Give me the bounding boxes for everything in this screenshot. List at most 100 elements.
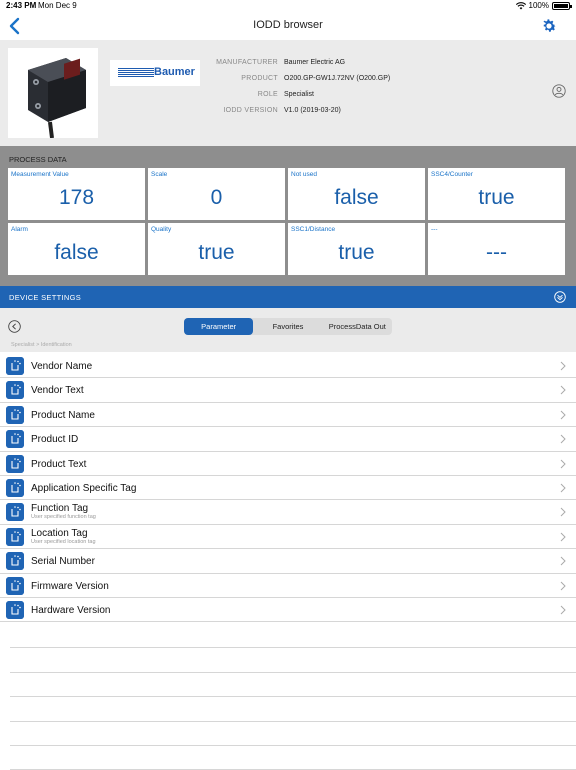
process-data-cell: --- --- xyxy=(428,223,565,275)
parameter-label: Product Text xyxy=(31,458,87,470)
tab-parameter[interactable]: Parameter xyxy=(184,318,254,335)
empty-row xyxy=(10,673,576,698)
wifi-icon xyxy=(515,1,526,9)
parameter-label: Application Specific Tag xyxy=(31,482,137,494)
info-value: Specialist xyxy=(284,90,314,98)
chevron-right-icon xyxy=(560,459,566,468)
chevron-right-icon xyxy=(560,556,566,566)
parameter-label: Product ID xyxy=(31,434,79,446)
list-item[interactable]: Product ID xyxy=(0,427,576,452)
list-item[interactable]: Vendor Text xyxy=(0,378,576,403)
parameter-label: Product Name xyxy=(31,409,95,421)
parameter-label: Serial Number xyxy=(31,556,95,568)
list-item[interactable]: Product Text xyxy=(0,451,576,476)
list-item[interactable]: Vendor Name xyxy=(0,354,576,379)
collapse-chevron-icon[interactable] xyxy=(554,291,566,303)
list-item[interactable]: Hardware Version xyxy=(0,597,576,623)
process-data-cell: Not used false xyxy=(288,168,425,220)
parameter-icon xyxy=(6,478,24,497)
chevron-right-icon xyxy=(560,361,566,371)
chevron-right-icon xyxy=(560,434,566,444)
chevron-right-icon xyxy=(560,581,566,590)
parameter-icon xyxy=(6,454,24,473)
gear-icon[interactable] xyxy=(540,17,558,35)
circle-back-icon[interactable] xyxy=(8,320,21,333)
empty-row xyxy=(10,624,576,649)
page-title: IODD browser xyxy=(253,19,323,31)
empty-row xyxy=(10,697,576,722)
status-time: 2:43 PM xyxy=(6,1,37,10)
parameter-label: Firmware Version xyxy=(31,580,109,592)
info-row-product: PRODUCT O200.GP-GW1J.72NV (O200.GP) xyxy=(200,70,390,86)
info-row-manufacturer: MANUFACTURER Baumer Electric AG xyxy=(200,54,390,70)
battery-percent: 100% xyxy=(528,1,549,10)
status-bar: 2:43 PM Mon Dec 9 100% xyxy=(0,0,576,12)
brand-name: Baumer xyxy=(154,66,195,78)
device-settings-bar: DEVICE SETTINGS xyxy=(0,286,576,308)
chevron-right-icon xyxy=(560,507,566,517)
battery-icon xyxy=(552,1,572,10)
breadcrumb: Specialist > Identification xyxy=(11,342,72,348)
device-header: Baumer MANUFACTURER Baumer Electric AG P… xyxy=(0,40,576,146)
parameter-icon xyxy=(6,503,24,522)
chevron-right-icon xyxy=(560,605,566,615)
status-date: Mon Dec 9 xyxy=(38,1,77,10)
process-data-cell: Quality true xyxy=(148,223,285,275)
device-settings-title: DEVICE SETTINGS xyxy=(9,293,82,302)
process-data-value: 0 xyxy=(210,186,223,209)
list-item[interactable]: Product Name xyxy=(0,402,576,428)
info-row-role: ROLE Specialist xyxy=(200,86,390,102)
process-data-title: PROCESS DATA xyxy=(9,155,67,164)
process-data-grid: Measurement Value 178 Scale 0 Not used f… xyxy=(8,168,568,275)
tab-favorites[interactable]: Favorites xyxy=(253,318,322,335)
chevron-right-icon xyxy=(560,386,566,395)
info-label: IODD VERSION xyxy=(223,106,278,114)
list-item[interactable]: Function Tag User specified function tag xyxy=(0,500,576,525)
info-label: MANUFACTURER xyxy=(216,58,278,66)
brand-logo: Baumer xyxy=(110,60,200,86)
info-value: O200.GP-GW1J.72NV (O200.GP) xyxy=(284,74,391,82)
segmented-control: Parameter Favorites ProcessData Out xyxy=(184,318,392,335)
process-data-label: Not used xyxy=(291,171,318,178)
parameter-description: User specified function tag xyxy=(31,514,96,521)
process-data-value: false xyxy=(334,186,379,209)
info-row-iodd-version: IODD VERSION V1.0 (2019-03-20) xyxy=(200,102,390,118)
process-data-value: false xyxy=(54,241,99,264)
process-data-label: SSC4/Counter xyxy=(431,171,473,178)
process-data-label: --- xyxy=(431,226,438,233)
tabs-area: Parameter Favorites ProcessData Out Spec… xyxy=(0,308,576,352)
parameter-icon xyxy=(6,381,24,400)
process-data-value: true xyxy=(478,186,515,209)
list-item[interactable]: Application Specific Tag xyxy=(0,475,576,501)
tab-processdata-out[interactable]: ProcessData Out xyxy=(323,318,392,335)
parameter-label: Vendor Text xyxy=(31,385,84,397)
process-data-label: Scale xyxy=(151,171,168,178)
process-data-label: Measurement Value xyxy=(11,171,69,178)
device-info: MANUFACTURER Baumer Electric AG PRODUCT … xyxy=(200,54,390,118)
parameter-icon xyxy=(6,576,24,595)
process-data-cell: Scale 0 xyxy=(148,168,285,220)
sensor-image xyxy=(28,58,86,139)
parameter-icon xyxy=(6,527,24,546)
list-item[interactable]: Location Tag User specified location tag xyxy=(0,524,576,550)
brand-mark xyxy=(118,68,154,78)
parameter-label: Vendor Name xyxy=(31,361,93,372)
process-data-cell: Measurement Value 178 xyxy=(8,168,145,220)
empty-row xyxy=(10,722,576,746)
empty-list-area xyxy=(10,624,576,770)
process-data-label: Alarm xyxy=(11,226,28,233)
parameter-label: Function Tag xyxy=(31,503,89,515)
process-data-label: Quality xyxy=(151,226,172,233)
info-value: V1.0 (2019-03-20) xyxy=(284,106,341,114)
list-item[interactable]: Serial Number xyxy=(0,549,576,574)
person-circle-icon[interactable] xyxy=(552,84,566,98)
parameter-icon xyxy=(6,552,24,571)
list-item[interactable]: Firmware Version xyxy=(0,573,576,598)
info-label: PRODUCT xyxy=(241,74,278,82)
process-data-section: PROCESS DATA Measurement Value 178 Scale… xyxy=(0,146,576,286)
info-label: ROLE xyxy=(257,90,278,98)
parameter-icon xyxy=(6,600,24,619)
empty-row xyxy=(10,746,576,770)
chevron-right-icon xyxy=(560,483,566,493)
parameter-label: Hardware Version xyxy=(31,604,111,616)
